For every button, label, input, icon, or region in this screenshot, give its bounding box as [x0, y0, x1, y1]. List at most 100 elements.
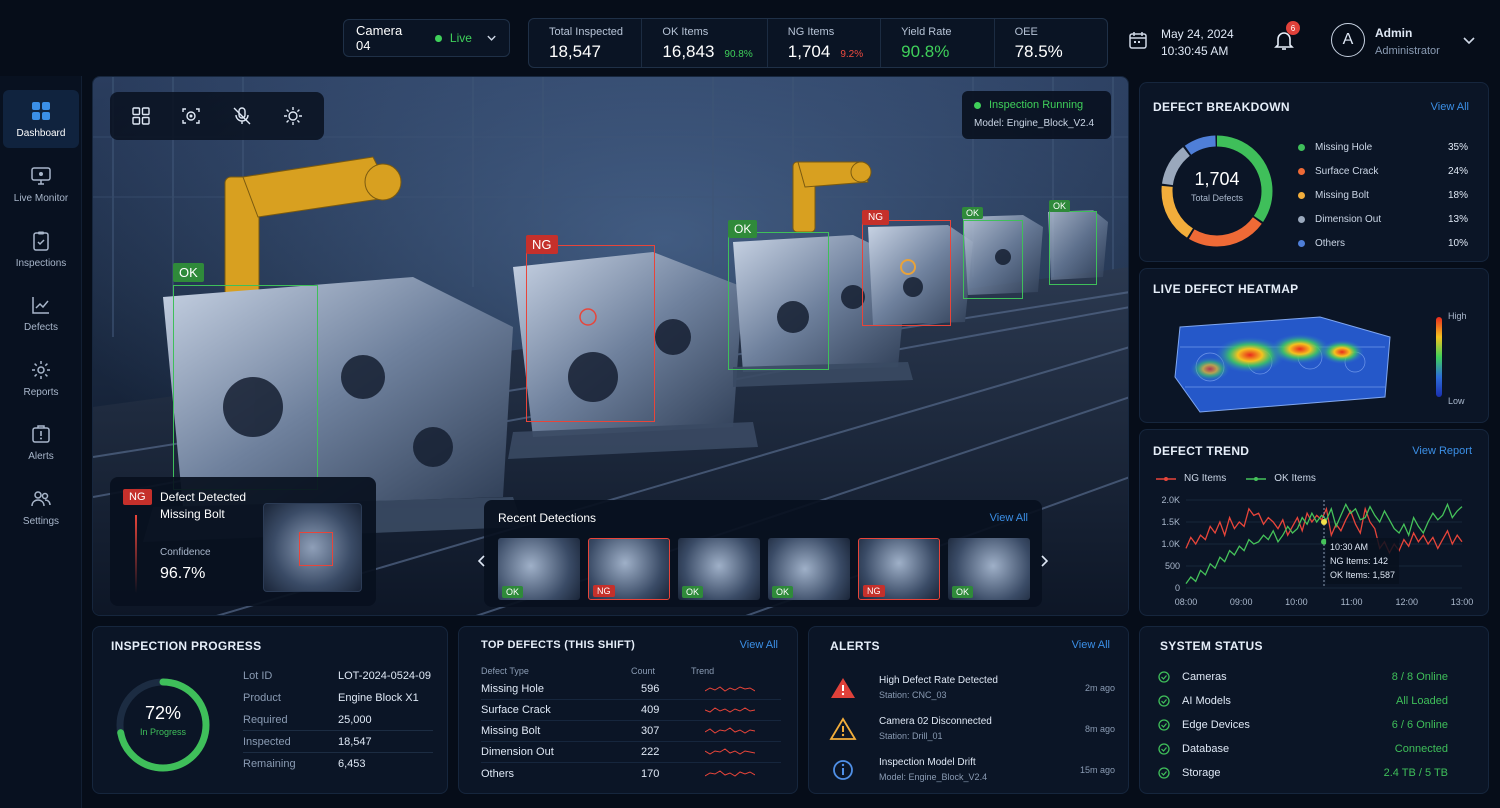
recent-thumbnail[interactable]: NG [588, 538, 670, 600]
status-value: 2.4 TB / 5 TB [1383, 767, 1448, 779]
camera-feed[interactable]: OK NG OK NG OK OK Inspection Running Mod… [92, 76, 1129, 616]
info-icon [833, 759, 853, 780]
detection-tag: NG [862, 210, 889, 225]
detail-row: Lot ID LOT-2024-0524-09 [243, 665, 433, 687]
hover-point [1321, 519, 1327, 525]
sidebar-item-inspections[interactable]: Inspections [3, 220, 79, 278]
kpi-label: NG Items [787, 26, 835, 38]
status-value: All Loaded [1396, 695, 1448, 707]
detail-row: Product Engine Block X1 [243, 687, 433, 709]
donut-total-label: Total Defects [1190, 193, 1244, 203]
sidebar-item-alerts[interactable]: Alerts [3, 413, 79, 471]
sidebar-item-defects[interactable]: Defects [3, 284, 79, 342]
table-row[interactable]: Missing Bolt 307 [481, 721, 781, 742]
defect-thumbnail [263, 503, 362, 592]
table-row[interactable]: Surface Crack 409 [481, 700, 781, 721]
detection-box-ok[interactable] [963, 220, 1023, 299]
detection-tag: NG [526, 235, 558, 254]
detection-box-ng[interactable] [862, 220, 951, 326]
user-menu[interactable]: Admin Administrator [1375, 26, 1440, 57]
table-row[interactable]: Dimension Out 222 [481, 742, 781, 763]
kpi-value: 1,704 [787, 42, 831, 61]
breakdown-view-all-link[interactable]: View All [1431, 101, 1469, 113]
sidebar-item-live-monitor[interactable]: Live Monitor [3, 155, 79, 213]
tooltip-ng: NG Items: 142 [1330, 556, 1389, 566]
recent-thumbnail[interactable]: OK [948, 538, 1030, 600]
kpi-percent: 9.2% [840, 49, 864, 60]
confidence-label: Confidence [160, 547, 211, 558]
detail-value: Engine Block X1 [338, 692, 419, 704]
defect-count: 596 [641, 683, 660, 695]
detection-box-ok[interactable] [1049, 211, 1097, 285]
alert-item[interactable]: High Defect Rate Detected Station: CNC_03… [829, 667, 1115, 708]
recent-view-all-link[interactable]: View All [990, 512, 1028, 524]
status-value: 8 / 8 Online [1391, 671, 1448, 683]
status-value: 6 / 6 Online [1391, 719, 1448, 731]
brightness-icon[interactable] [282, 105, 304, 127]
grid-icon [32, 101, 50, 120]
detection-box-ng[interactable] [526, 245, 655, 422]
legend-pct: 10% [1447, 237, 1468, 249]
status-item: Storage 2.4 TB / 5 TB [1158, 761, 1448, 785]
legend-ok-label: OK Items [1274, 473, 1316, 484]
defect-type: Others [481, 767, 515, 780]
error-triangle-icon [831, 677, 855, 698]
alert-item[interactable]: Inspection Model Drift Model: Engine_Bloc… [829, 749, 1115, 790]
warning-triangle-icon [829, 716, 857, 740]
check-circle-icon [1158, 695, 1170, 707]
top-defects-view-all-link[interactable]: View All [740, 639, 778, 651]
recent-thumbnail[interactable]: NG [858, 538, 940, 600]
alert-subtitle: Station: CNC_03 [879, 689, 947, 700]
legend-pct: 24% [1447, 165, 1468, 177]
sidebar-item-label: Inspections [15, 257, 67, 269]
detail-value: 25,000 [338, 713, 372, 726]
detail-value: LOT-2024-0524-09 [338, 670, 431, 682]
calendar-icon [1129, 32, 1147, 49]
panel-title: DEFECT BREAKDOWN [1153, 100, 1290, 114]
chevron-left-icon[interactable] [476, 554, 488, 568]
alert-time: 15m ago [1079, 764, 1115, 775]
layout-grid-icon[interactable] [131, 106, 151, 126]
detail-row: Remaining 6,453 [243, 753, 433, 775]
mic-off-icon[interactable] [231, 105, 253, 127]
camera-toolbar [110, 92, 324, 140]
table-row[interactable]: Others 170 [481, 763, 781, 784]
avatar[interactable]: A [1331, 23, 1365, 57]
recent-thumbnail[interactable]: OK [768, 538, 850, 600]
x-tick-label: 08:00 [1175, 597, 1198, 607]
progress-details: Lot ID LOT-2024-0524-09 Product Engine Blo… [243, 665, 433, 775]
legend-line-ng-icon [1156, 476, 1176, 481]
defect-detected-card[interactable]: NG Defect Detected Missing Bolt Confiden… [110, 477, 376, 606]
recent-thumbnail[interactable]: OK [498, 538, 580, 600]
detection-box-ok[interactable] [728, 232, 829, 370]
inspection-status-card: Inspection Running Model: Engine_Block_V… [962, 91, 1111, 139]
notifications-button[interactable]: 6 [1272, 21, 1300, 52]
snapshot-icon[interactable] [180, 105, 202, 127]
defect-count: 307 [641, 725, 660, 737]
x-tick-label: 12:00 [1396, 597, 1419, 607]
recent-status-tag: OK [952, 586, 974, 598]
status-name: AI Models [1182, 695, 1231, 707]
legend-label: Others [1315, 237, 1346, 249]
sidebar-item-settings[interactable]: Settings [3, 478, 79, 536]
sidebar-item-reports[interactable]: Reports [3, 349, 79, 407]
sidebar-item-dashboard[interactable]: Dashboard [3, 90, 79, 148]
kpi-label: OK Items [662, 26, 709, 38]
detection-tag: OK [962, 207, 984, 219]
trend-view-report-link[interactable]: View Report [1412, 445, 1472, 457]
alert-item[interactable]: Camera 02 Disconnected Station: Drill_01 … [829, 708, 1115, 749]
status-item: Database Connected [1158, 737, 1448, 761]
chevron-right-icon[interactable] [1038, 554, 1050, 568]
trend-legend: NG Items OK Items [1156, 473, 1316, 484]
check-circle-icon [1158, 767, 1170, 779]
recent-thumbnail[interactable]: OK [678, 538, 760, 600]
alert-title: Inspection Model Drift [879, 756, 976, 768]
alerts-view-all-link[interactable]: View All [1072, 639, 1110, 651]
sparkline-icon [705, 769, 755, 777]
detection-box-ok[interactable] [173, 285, 318, 490]
legend-dot-icon [1298, 191, 1305, 199]
camera-select[interactable]: Camera 04 Live [343, 19, 510, 57]
table-row[interactable]: Missing Hole 596 [481, 679, 781, 700]
chevron-down-icon[interactable] [1462, 35, 1476, 47]
detail-row: Inspected 18,547 [243, 731, 433, 753]
